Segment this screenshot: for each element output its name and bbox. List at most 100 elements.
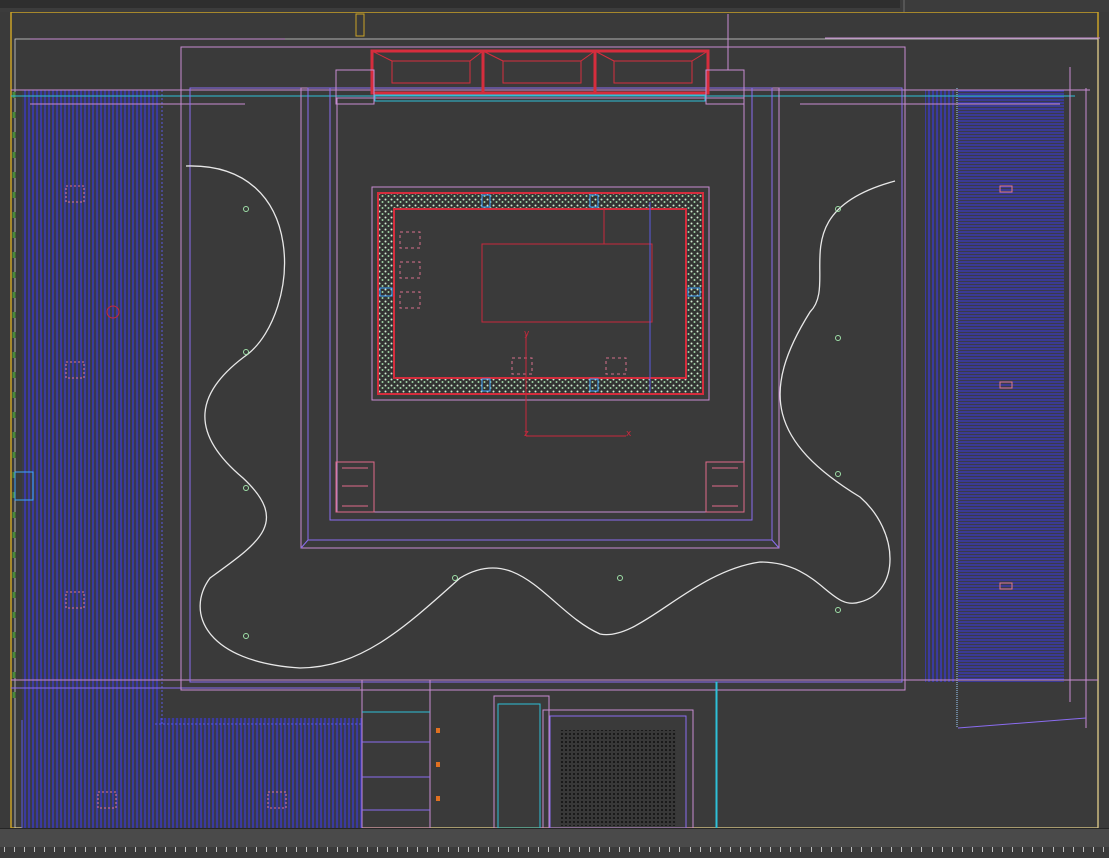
- bottom-stairs[interactable]: [361, 679, 440, 828]
- timeline-tick: [427, 847, 428, 852]
- timeline-tick: [185, 847, 186, 852]
- timeline-tick: [256, 847, 257, 852]
- timeline-tick: [518, 847, 519, 852]
- timeline-tick: [478, 847, 479, 852]
- left-deck-area: [22, 90, 160, 718]
- timeline-tick: [1093, 847, 1094, 852]
- timeline-tick: [921, 847, 922, 852]
- timeline-tick: [226, 847, 227, 852]
- timeline-tick: [911, 847, 912, 852]
- cad-drawing[interactable]: y z x: [0, 12, 1109, 828]
- timeline-tick: [599, 847, 600, 852]
- timeline-tick: [932, 847, 933, 852]
- timeline-tick: [95, 847, 96, 852]
- timeline-tick: [740, 847, 741, 852]
- timeline-tick: [347, 847, 348, 852]
- timeline-tick: [730, 847, 731, 852]
- timeline-tick: [246, 847, 247, 852]
- timeline-tick: [952, 847, 953, 852]
- timeline-tick: [780, 847, 781, 852]
- timeline-tick: [266, 847, 267, 852]
- timeline-tick: [629, 847, 630, 852]
- timeline-tick: [538, 847, 539, 852]
- timeline-tick: [790, 847, 791, 852]
- timeline-tick: [972, 847, 973, 852]
- timeline-tick: [982, 847, 983, 852]
- timeline-bar[interactable]: [0, 828, 1109, 858]
- timeline-tick: [488, 847, 489, 852]
- timeline-tick: [306, 847, 307, 852]
- timeline-tick: [357, 847, 358, 852]
- toolbar-divider: [903, 0, 905, 12]
- timeline-tick: [720, 847, 721, 852]
- timeline-tick: [175, 847, 176, 852]
- timeline-tick: [1083, 847, 1084, 852]
- timeline-tick: [800, 847, 801, 852]
- gizmo-x-label: x: [626, 429, 632, 439]
- timeline-tick: [105, 847, 106, 852]
- timeline-tick: [155, 847, 156, 852]
- timeline-tick: [811, 847, 812, 852]
- miter-bl: [300, 539, 309, 549]
- timeline-tick: [851, 847, 852, 852]
- timeline-tick: [317, 847, 318, 852]
- toolbar-strip: [0, 0, 900, 8]
- timeline-tick: [397, 847, 398, 852]
- timeline-tick: [387, 847, 388, 852]
- timeline-tick: [85, 847, 86, 852]
- timeline-tick: [54, 847, 55, 852]
- timeline-tick: [891, 847, 892, 852]
- timeline-tick: [1002, 847, 1003, 852]
- timeline-tick: [377, 847, 378, 852]
- timeline-tick: [44, 847, 45, 852]
- timeline-tick: [528, 847, 529, 852]
- central-planter[interactable]: [371, 186, 710, 401]
- timeline-tick: [417, 847, 418, 852]
- timeline-tick: [1012, 847, 1013, 852]
- timeline-tick: [64, 847, 65, 852]
- timeline-tick: [619, 847, 620, 852]
- timeline-tick: [407, 847, 408, 852]
- timeline-tick: [659, 847, 660, 852]
- timeline-tick: [871, 847, 872, 852]
- timeline-tick: [700, 847, 701, 852]
- timeline-tick: [649, 847, 650, 852]
- timeline-tick: [236, 847, 237, 852]
- timeline-tick: [468, 847, 469, 852]
- timeline-tick: [165, 847, 166, 852]
- timeline-tick: [276, 847, 277, 852]
- timeline-tick: [770, 847, 771, 852]
- timeline-tick: [508, 847, 509, 852]
- timeline-tick: [438, 847, 439, 852]
- corner-benches: [335, 461, 745, 513]
- timeline-tick: [639, 847, 640, 852]
- timeline-tick: [841, 847, 842, 852]
- timeline-tick: [286, 847, 287, 852]
- timeline-tick: [1042, 847, 1043, 852]
- gizmo-z-label: z: [524, 429, 529, 439]
- bottom-right-edge: [957, 717, 1087, 729]
- gizmo-y-label: y: [524, 329, 530, 339]
- timeline-tick: [1022, 847, 1023, 852]
- bottom-left-deck: [22, 718, 362, 828]
- timeline-tick: [710, 847, 711, 852]
- miter-br: [771, 539, 780, 549]
- timeline-tick: [1032, 847, 1033, 852]
- viewport-top[interactable]: y z x: [0, 12, 1109, 828]
- timeline-tick: [831, 847, 832, 852]
- timeline-tick: [962, 847, 963, 852]
- timeline-tick: [589, 847, 590, 852]
- timeline-tick: [690, 847, 691, 852]
- timeline-tick: [125, 847, 126, 852]
- timeline-tick: [196, 847, 197, 852]
- timeline-tick: [821, 847, 822, 852]
- timeline-tick: [1063, 847, 1064, 852]
- timeline-tick: [901, 847, 902, 852]
- timeline-track[interactable]: [0, 847, 1109, 858]
- timeline-tick: [327, 847, 328, 852]
- timeline-tick: [1103, 847, 1104, 852]
- timeline-tick: [337, 847, 338, 852]
- timeline-tick: [760, 847, 761, 852]
- timeline-tick: [609, 847, 610, 852]
- timeline-tick: [569, 847, 570, 852]
